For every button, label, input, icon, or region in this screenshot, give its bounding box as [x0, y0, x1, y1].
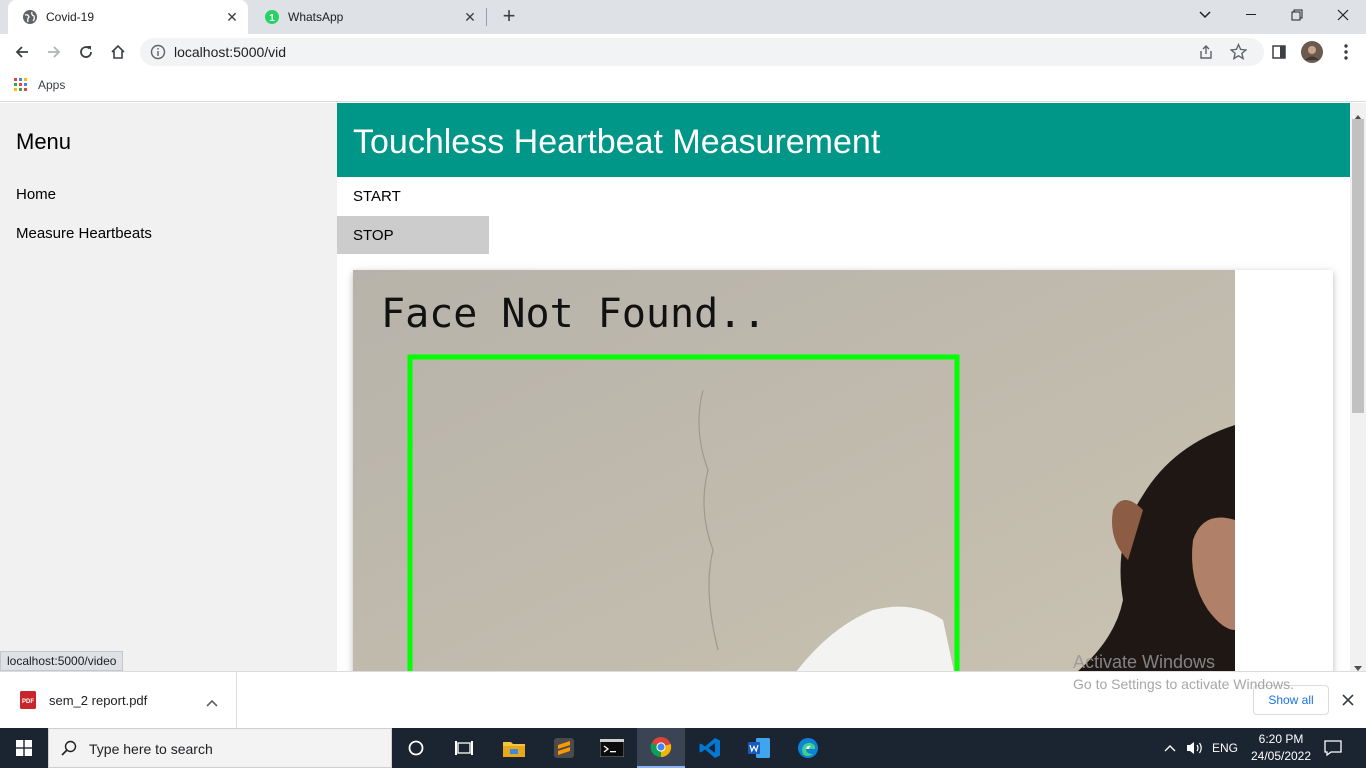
video-stream: Face Not Found..	[353, 270, 1235, 671]
web-page: Menu Home Measure Heartbeats Touchless H…	[0, 103, 1350, 671]
sublime-text-icon[interactable]	[540, 728, 588, 768]
clock-date: 24/05/2022	[1250, 749, 1312, 763]
chrome-icon[interactable]	[637, 728, 685, 768]
terminal-icon[interactable]	[588, 728, 636, 768]
overlay-status-text: Face Not Found..	[381, 291, 766, 337]
tab-title: Covid-19	[46, 10, 95, 24]
bookmark-star-icon[interactable]	[1229, 42, 1248, 65]
more-menu-icon[interactable]	[1334, 40, 1358, 64]
address-text: localhost:5000/vid	[174, 44, 287, 60]
profile-avatar[interactable]	[1300, 40, 1324, 64]
reload-icon[interactable]	[74, 40, 98, 64]
word-icon[interactable]	[735, 728, 783, 768]
notification-center-icon[interactable]	[1324, 739, 1342, 760]
taskbar-clock[interactable]: 6:20 PM 24/05/2022	[1246, 732, 1316, 763]
tab-whatsapp[interactable]: 1 WhatsApp ✕	[250, 0, 486, 34]
sidebar-item-home[interactable]: Home	[0, 175, 337, 214]
vscode-icon[interactable]	[686, 728, 734, 768]
tab-divider	[486, 8, 487, 26]
globe-icon	[22, 9, 38, 25]
language-indicator[interactable]: ENG	[1212, 741, 1238, 755]
forward-icon[interactable]	[42, 40, 66, 64]
svg-text:PDF: PDF	[22, 699, 34, 705]
status-url-bubble: localhost:5000/video	[0, 651, 124, 671]
search-placeholder: Type here to search	[89, 741, 213, 757]
close-tab-icon[interactable]: ✕	[224, 9, 240, 25]
cortana-icon[interactable]	[392, 728, 440, 768]
activate-windows-watermark: Activate Windows Go to Settings to activ…	[1073, 652, 1294, 692]
taskbar-search-input[interactable]: Type here to search	[48, 728, 392, 768]
site-info-icon[interactable]	[150, 44, 166, 65]
search-icon	[61, 740, 77, 761]
stop-button[interactable]: STOP	[337, 216, 489, 254]
edge-icon[interactable]	[784, 728, 832, 768]
clock-time: 6:20 PM	[1258, 732, 1304, 746]
back-icon[interactable]	[10, 40, 34, 64]
side-panel-icon[interactable]	[1267, 40, 1291, 64]
bookmarks-bar: Apps	[0, 70, 1366, 102]
file-explorer-icon[interactable]	[490, 728, 538, 768]
home-icon[interactable]	[106, 40, 130, 64]
svg-text:1: 1	[269, 13, 275, 24]
watermark-subtitle: Go to Settings to activate Windows.	[1073, 676, 1294, 692]
close-download-shelf-icon[interactable]	[1342, 693, 1354, 711]
sidebar: Menu Home Measure Heartbeats	[0, 103, 337, 671]
new-tab-icon[interactable]: +	[498, 5, 520, 27]
sidebar-item-measure-heartbeats[interactable]: Measure Heartbeats	[0, 214, 337, 253]
close-window-icon[interactable]	[1320, 0, 1366, 30]
tab-covid19[interactable]: Covid-19 ✕	[8, 0, 248, 34]
minimize-icon[interactable]	[1228, 0, 1274, 30]
tab-search-icon[interactable]	[1182, 0, 1228, 30]
windows-taskbar: Type here to search ENG 6:20 PM 24/05/20…	[0, 728, 1366, 768]
volume-icon[interactable]	[1186, 740, 1204, 759]
apps-label: Apps	[38, 78, 66, 92]
download-item[interactable]: PDF sem_2 report.pdf	[0, 672, 237, 728]
tab-title: WhatsApp	[288, 10, 344, 24]
task-view-icon[interactable]	[440, 728, 488, 768]
video-card: Face Not Found..	[353, 270, 1333, 671]
browser-toolbar: localhost:5000/vid	[0, 34, 1366, 70]
start-button-windows-icon[interactable]	[0, 728, 48, 768]
chevron-up-icon[interactable]	[206, 694, 218, 712]
scrollbar-thumb[interactable]	[1352, 119, 1364, 413]
show-hidden-icons-icon[interactable]	[1164, 741, 1176, 755]
page-header: Touchless Heartbeat Measurement	[337, 103, 1350, 177]
download-file-name: sem_2 report.pdf	[49, 693, 148, 708]
page-scrollbar[interactable]	[1350, 103, 1366, 671]
camera-frame-image: Face Not Found..	[353, 270, 1235, 671]
apps-bookmark[interactable]: Apps	[14, 78, 65, 92]
tab-strip: Covid-19 ✕ 1 WhatsApp ✕ +	[0, 0, 1366, 34]
address-bar[interactable]: localhost:5000/vid	[140, 38, 1264, 66]
sidebar-title: Menu	[16, 129, 72, 154]
page-title: Touchless Heartbeat Measurement	[353, 123, 881, 161]
whatsapp-icon: 1	[264, 9, 280, 25]
restore-icon[interactable]	[1274, 0, 1320, 30]
share-icon[interactable]	[1198, 44, 1214, 65]
apps-grid-icon	[14, 78, 28, 92]
close-tab-icon[interactable]: ✕	[462, 9, 478, 25]
start-button[interactable]: START	[337, 177, 489, 215]
watermark-title: Activate Windows	[1073, 652, 1216, 672]
pdf-file-icon: PDF	[20, 691, 36, 714]
